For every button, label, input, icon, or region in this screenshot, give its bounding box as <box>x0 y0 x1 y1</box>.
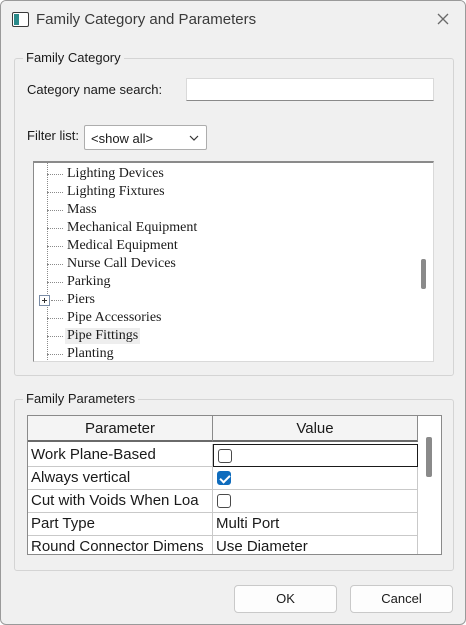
tree-connector <box>47 282 63 283</box>
close-icon[interactable] <box>431 9 455 31</box>
title-bar[interactable]: Family Category and Parameters <box>1 1 465 39</box>
tree-connector <box>47 228 63 229</box>
tree-connector <box>47 318 63 319</box>
tree-item[interactable]: Piers <box>34 291 414 309</box>
category-search-label: Category name search: <box>27 82 163 97</box>
tree-item-label: Mass <box>67 202 97 217</box>
parameter-name-cell[interactable]: Part Type <box>28 513 213 536</box>
category-tree[interactable]: Lighting Devices Lighting Fixtures Mass Mec… <box>33 161 434 362</box>
tree-connector <box>47 264 63 265</box>
parameter-name-cell[interactable]: Always vertical <box>28 467 213 490</box>
cancel-button[interactable]: Cancel <box>350 585 453 613</box>
tree-item-label: Mechanical Equipment <box>67 220 198 235</box>
tree-item-label: Planting <box>67 346 114 361</box>
parameter-value-text: Use Diameter <box>216 538 308 555</box>
parameter-value-text: Multi Port <box>216 515 280 532</box>
tree-item[interactable]: Planting <box>34 345 414 361</box>
window-title: Family Category and Parameters <box>36 11 257 28</box>
tree-item-label: Medical Equipment <box>67 238 178 253</box>
checkbox-unchecked[interactable] <box>218 449 232 463</box>
tree-connector <box>47 354 63 355</box>
tree-item[interactable]: Pipe Accessories <box>34 309 414 327</box>
expand-plus-icon[interactable] <box>39 295 50 306</box>
family-category-legend: Family Category <box>23 50 124 65</box>
tree-item-label: Pipe Fittings <box>65 328 141 344</box>
tree-connector <box>47 336 63 337</box>
tree-item-label: Nurse Call Devices <box>67 256 176 271</box>
tree-scrollbar-thumb[interactable] <box>421 259 426 289</box>
ok-button[interactable]: OK <box>234 585 337 613</box>
tree-connector <box>51 300 63 301</box>
tree-item-label: Piers <box>67 292 95 307</box>
filter-list-label: Filter list: <box>27 128 79 143</box>
checkbox-unchecked[interactable] <box>217 494 231 508</box>
tree-connector <box>47 192 63 193</box>
parameter-value-cell[interactable]: Multi Port <box>213 513 418 536</box>
parameter-column-header[interactable]: Parameter <box>28 416 213 442</box>
grid-scrollbar-thumb[interactable] <box>426 437 432 477</box>
filter-list-value: <show all> <box>91 131 154 146</box>
tree-item[interactable]: Medical Equipment <box>34 237 414 255</box>
tree-item[interactable]: Nurse Call Devices <box>34 255 414 273</box>
parameter-value-cell[interactable] <box>213 490 418 513</box>
parameter-name-cell[interactable]: Work Plane-Based <box>28 444 213 467</box>
tree-item-label: Lighting Fixtures <box>67 184 165 199</box>
parameters-grid[interactable]: Parameter Value Work Plane-Based Always v… <box>27 415 442 555</box>
parameter-value-cell[interactable]: Use Diameter <box>213 536 418 555</box>
dialog-window: Family Category and Parameters Family Ca… <box>0 0 466 625</box>
app-icon <box>12 12 29 27</box>
tree-item-label: Parking <box>67 274 111 289</box>
tree-item[interactable]: Parking <box>34 273 414 291</box>
checkbox-checked[interactable] <box>217 471 231 485</box>
parameter-value-cell[interactable] <box>213 444 418 467</box>
tree-connector <box>47 174 63 175</box>
parameter-name-cell[interactable]: Round Connector Dimens <box>28 536 213 554</box>
tree-connector <box>47 210 63 211</box>
parameter-value-cell[interactable] <box>213 467 418 490</box>
tree-item[interactable]: Pipe Fittings <box>34 327 414 345</box>
tree-item[interactable]: Mass <box>34 201 414 219</box>
tree-item-label: Lighting Devices <box>67 166 164 181</box>
parameter-name-cell[interactable]: Cut with Voids When Loa <box>28 490 213 513</box>
tree-item[interactable]: Lighting Devices <box>34 165 414 183</box>
family-parameters-legend: Family Parameters <box>23 391 139 406</box>
tree-item[interactable]: Lighting Fixtures <box>34 183 414 201</box>
tree-item-label: Pipe Accessories <box>67 310 162 325</box>
filter-list-dropdown[interactable]: <show all> <box>84 125 207 150</box>
chevron-down-icon <box>188 132 200 147</box>
category-search-input[interactable] <box>186 78 434 101</box>
tree-item[interactable]: Mechanical Equipment <box>34 219 414 237</box>
tree-connector <box>47 246 63 247</box>
value-column-header[interactable]: Value <box>213 416 418 442</box>
